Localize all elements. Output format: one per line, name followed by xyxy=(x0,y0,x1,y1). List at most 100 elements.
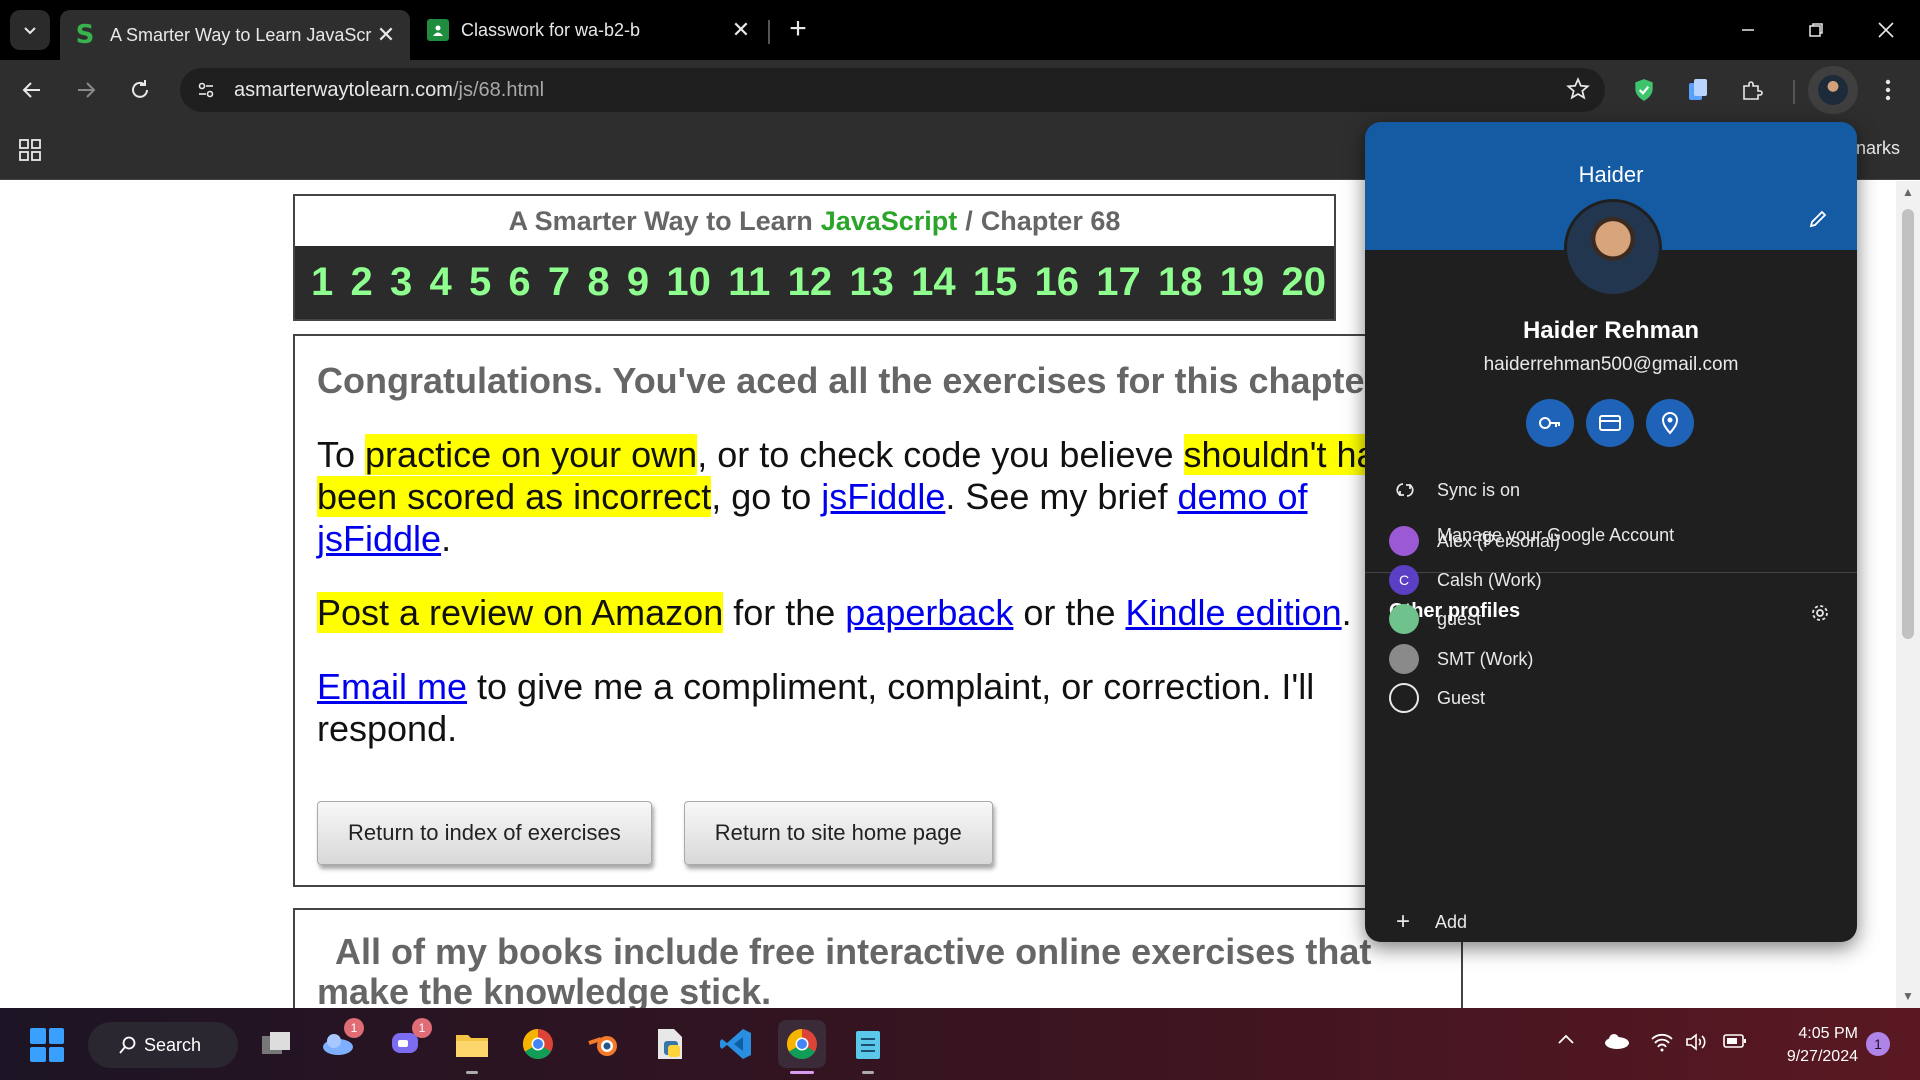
exercise-number-link[interactable]: 16 xyxy=(1035,260,1080,305)
all-bookmarks-label[interactable]: narks xyxy=(1856,138,1900,159)
blender-app[interactable] xyxy=(584,1024,624,1064)
extensions-button[interactable] xyxy=(1734,72,1770,108)
restore-button[interactable] xyxy=(1796,12,1836,48)
chapter-text: Chapter 68 xyxy=(980,205,1121,236)
payment-methods-button[interactable] xyxy=(1586,399,1634,447)
profile-row[interactable]: Guest xyxy=(1365,676,1857,720)
extension-shield-button[interactable] xyxy=(1626,72,1662,108)
start-button[interactable] xyxy=(30,1028,64,1062)
apps-grid-icon[interactable] xyxy=(18,138,42,162)
close-icon[interactable]: ✕ xyxy=(374,22,398,48)
profile-name: Calsh (Work) xyxy=(1437,569,1542,590)
scroll-down-icon[interactable]: ▼ xyxy=(1902,989,1914,1003)
chrome-app[interactable] xyxy=(518,1024,558,1064)
more-vertical-icon xyxy=(1885,79,1891,101)
page-title: A Smarter Way to Learn JavaScript / Chap… xyxy=(295,196,1334,246)
chrome-profile-app[interactable] xyxy=(778,1020,826,1074)
weather-widget[interactable]: 1 xyxy=(318,1018,364,1064)
file-explorer-app[interactable] xyxy=(452,1024,492,1074)
battery-tray[interactable] xyxy=(1722,1032,1748,1055)
notepad-app[interactable] xyxy=(848,1024,888,1074)
notification-badge: 1 xyxy=(412,1018,432,1038)
address-bar[interactable]: asmarterwaytolearn.com/js/68.html xyxy=(180,68,1605,112)
reload-icon xyxy=(132,80,148,98)
profile-row[interactable]: Alex (Personal) xyxy=(1365,519,1857,563)
exercise-number-link[interactable]: 1 xyxy=(311,260,333,305)
notification-center-badge[interactable]: 1 xyxy=(1866,1032,1890,1056)
extension-files-button[interactable] xyxy=(1680,72,1716,108)
exercise-number-link[interactable]: 13 xyxy=(849,260,894,305)
python-app[interactable] xyxy=(650,1024,690,1064)
exercise-number-link[interactable]: 20 xyxy=(1282,260,1327,305)
teams-app[interactable]: 1 xyxy=(386,1018,432,1064)
location-pin-icon xyxy=(1661,412,1679,435)
bookmark-star-button[interactable] xyxy=(1565,76,1591,107)
minimize-button[interactable] xyxy=(1728,12,1768,48)
sync-item[interactable]: Sync is on xyxy=(1365,470,1857,510)
exercise-number-link[interactable]: 19 xyxy=(1220,260,1265,305)
edit-profile-button[interactable] xyxy=(1807,208,1829,235)
volume-tray[interactable] xyxy=(1684,1032,1708,1057)
new-tab-button[interactable]: + xyxy=(780,12,816,48)
onedrive-tray[interactable] xyxy=(1602,1032,1630,1055)
exercise-number-link[interactable]: 8 xyxy=(587,260,609,305)
task-view-button[interactable] xyxy=(256,1024,296,1064)
taskbar-clock[interactable]: 4:05 PM 9/27/2024 xyxy=(1758,1022,1858,1068)
tab-search-button[interactable] xyxy=(10,10,50,50)
close-window-button[interactable] xyxy=(1866,12,1906,48)
close-icon[interactable]: ✕ xyxy=(729,17,753,43)
avatar xyxy=(1389,644,1419,674)
menu-button[interactable] xyxy=(1870,72,1906,108)
onedrive-cloud-icon xyxy=(1605,1034,1629,1049)
exercise-number-link[interactable]: 14 xyxy=(911,260,956,305)
chapter-header: A Smarter Way to Learn JavaScript / Chap… xyxy=(293,194,1336,321)
avatar xyxy=(1818,75,1848,105)
reload-button[interactable] xyxy=(120,70,160,110)
wifi-tray[interactable] xyxy=(1650,1032,1674,1057)
return-home-button[interactable]: Return to site home page xyxy=(683,801,993,865)
exercise-number-link[interactable]: 17 xyxy=(1096,260,1141,305)
exercise-number-link[interactable]: 7 xyxy=(548,260,570,305)
site-info-button[interactable] xyxy=(188,72,224,108)
email-link[interactable]: Email me xyxy=(317,666,467,707)
search-icon xyxy=(119,1036,136,1054)
exercise-number-link[interactable]: 10 xyxy=(666,260,711,305)
tab-classwork[interactable]: Classwork for wa-b2-b ✕ xyxy=(415,10,765,50)
sync-label: Sync is on xyxy=(1437,479,1521,500)
kindle-link[interactable]: Kindle edition xyxy=(1125,592,1341,633)
scroll-up-icon[interactable]: ▲ xyxy=(1902,185,1914,199)
vscode-app[interactable] xyxy=(716,1024,756,1064)
exercise-number-link[interactable]: 2 xyxy=(350,260,372,305)
scroll-thumb[interactable] xyxy=(1902,209,1914,639)
show-hidden-icons-button[interactable] xyxy=(1556,1032,1576,1051)
profile-row[interactable]: guest xyxy=(1365,597,1857,641)
back-button[interactable] xyxy=(12,70,52,110)
profile-row[interactable]: SMT (Work) xyxy=(1365,637,1857,681)
taskbar-search[interactable]: Search xyxy=(88,1022,238,1068)
puzzle-icon xyxy=(1743,81,1763,100)
profile-button[interactable] xyxy=(1808,66,1858,114)
exercise-number-link[interactable]: 18 xyxy=(1158,260,1203,305)
add-profile-item[interactable]: + Add xyxy=(1365,902,1857,942)
exercise-number-link[interactable]: 4 xyxy=(429,260,451,305)
text: , or to check code you believe xyxy=(697,434,1184,475)
profile-row[interactable]: C Calsh (Work) xyxy=(1365,558,1857,602)
addresses-button[interactable] xyxy=(1646,399,1694,447)
wifi-icon xyxy=(1651,1033,1673,1052)
page-scrollbar[interactable]: ▲ ▼ xyxy=(1896,181,1920,1009)
return-index-button[interactable]: Return to index of exercises xyxy=(317,801,652,865)
exercise-number-link[interactable]: 12 xyxy=(788,260,833,305)
forward-button[interactable] xyxy=(66,70,106,110)
jsfiddle-link[interactable]: jsFiddle xyxy=(821,476,945,517)
exercise-number-link[interactable]: 15 xyxy=(973,260,1018,305)
exercise-number-link[interactable]: 3 xyxy=(390,260,412,305)
tab-javascript[interactable]: S A Smarter Way to Learn JavaScr ✕ xyxy=(60,10,410,60)
text: , go to xyxy=(711,476,822,517)
exercise-number-link[interactable]: 9 xyxy=(627,260,649,305)
speaker-icon xyxy=(1686,1033,1706,1051)
passwords-button[interactable] xyxy=(1526,399,1574,447)
paperback-link[interactable]: paperback xyxy=(845,592,1013,633)
exercise-number-link[interactable]: 11 xyxy=(728,260,770,305)
exercise-number-link[interactable]: 5 xyxy=(469,260,491,305)
exercise-number-link[interactable]: 6 xyxy=(508,260,530,305)
